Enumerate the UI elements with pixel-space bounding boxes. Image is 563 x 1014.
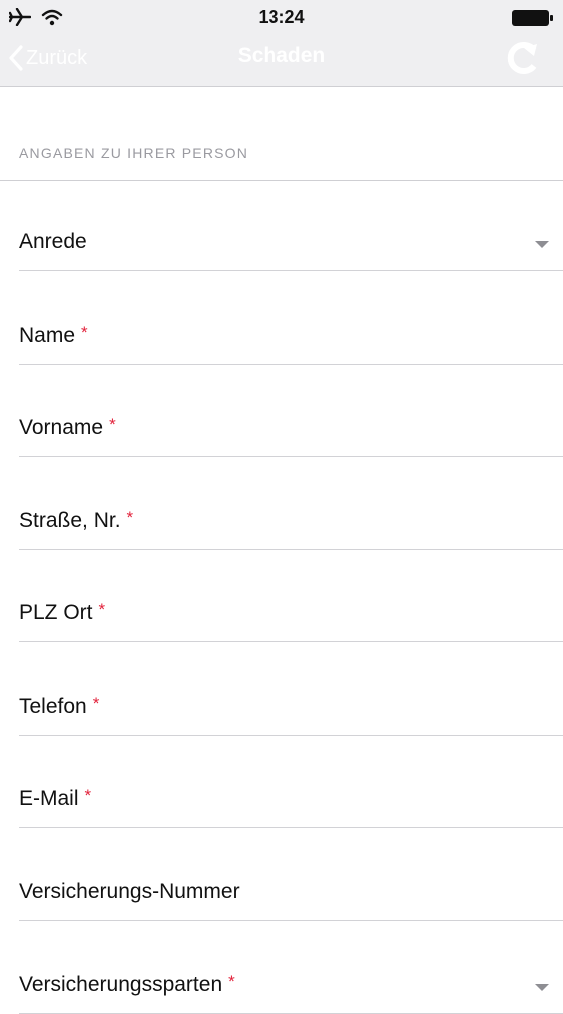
section-header: ANGABEN ZU IHRER PERSON (19, 145, 249, 161)
salutation-dropdown[interactable]: Anrede (19, 220, 563, 271)
refresh-button[interactable] (503, 38, 543, 78)
phone-field[interactable]: Telefon * (19, 685, 563, 736)
page-title: Schaden (237, 44, 326, 67)
required-marker: * (98, 600, 106, 619)
insurance-lines-dropdown[interactable]: Versicherungssparten * (19, 963, 563, 1014)
street-field[interactable]: Straße, Nr. * (19, 499, 563, 550)
field-label: Name * (19, 323, 88, 347)
email-field[interactable]: E-Mail * (19, 777, 563, 828)
required-marker: * (126, 508, 134, 527)
first-name-field[interactable]: Vorname * (19, 406, 563, 457)
required-marker: * (92, 694, 100, 713)
top-bar: 13:24 Zurück Schaden (0, 0, 563, 87)
field-label: Versicherungs-Nummer (19, 880, 240, 903)
field-label: Straße, Nr. * (19, 508, 134, 532)
insurance-number-field[interactable]: Versicherungs-Nummer (19, 870, 563, 921)
field-label: Telefon * (19, 694, 100, 718)
required-marker: * (109, 415, 116, 434)
field-label: E-Mail * (19, 786, 92, 810)
refresh-icon (507, 42, 537, 74)
name-field[interactable]: Name * (19, 314, 563, 365)
battery-icon (512, 10, 553, 26)
section-divider (0, 180, 563, 181)
required-marker: * (228, 972, 235, 991)
required-marker: * (81, 323, 88, 342)
status-time: 13:24 (258, 7, 305, 27)
dropdown-arrow-icon (535, 984, 549, 991)
required-marker: * (84, 786, 92, 805)
zip-city-field[interactable]: PLZ Ort * (19, 591, 563, 642)
status-bar: 13:24 (0, 0, 563, 34)
navigation-bar: Zurück Schaden (0, 34, 563, 86)
field-label: Anrede (19, 230, 87, 253)
field-label: Versicherungssparten * (19, 972, 235, 996)
dropdown-arrow-icon (535, 241, 549, 248)
field-label: PLZ Ort * (19, 600, 106, 624)
field-label: Vorname * (19, 415, 116, 439)
